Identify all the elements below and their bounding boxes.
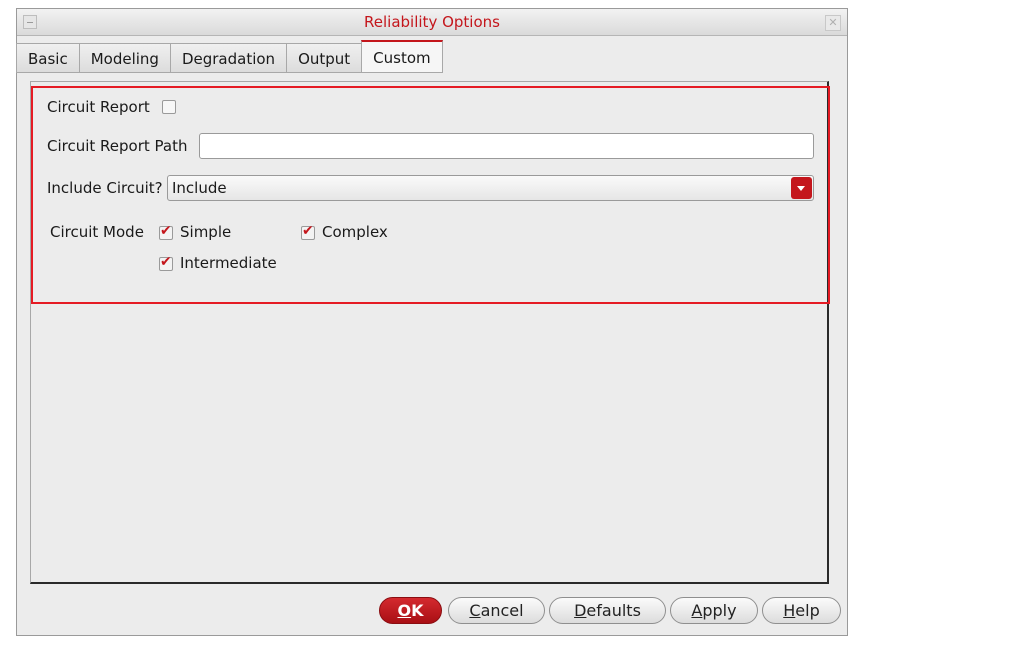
circuit-mode-label: Circuit Mode — [50, 223, 144, 241]
intermediate-checkbox[interactable] — [159, 254, 173, 271]
chevron-down-icon[interactable] — [791, 177, 812, 199]
tab-output[interactable]: Output — [286, 43, 362, 73]
cancel-label: ancel — [480, 601, 524, 620]
include-circuit-label: Include Circuit? — [47, 179, 163, 197]
defaults-label: efaults — [586, 601, 641, 620]
complex-label: Complex — [322, 223, 388, 241]
simple-checkbox[interactable] — [159, 223, 173, 240]
circuit-report-label: Circuit Report — [47, 98, 150, 116]
window-title: Reliability Options — [364, 13, 500, 31]
ok-mnemonic: O — [397, 601, 412, 620]
help-mnemonic: H — [783, 601, 796, 620]
ok-label: K — [411, 601, 424, 620]
circuit-report-checkbox[interactable] — [162, 100, 176, 114]
defaults-button[interactable]: Defaults — [549, 597, 666, 624]
ok-button[interactable]: OK — [379, 597, 442, 624]
title-bar: Reliability Options ✕ — [17, 9, 847, 36]
circuit-report-path-label: Circuit Report Path — [47, 137, 188, 155]
circuit-report-path-input[interactable] — [199, 133, 814, 159]
tab-custom[interactable]: Custom — [361, 40, 443, 73]
help-button[interactable]: Help — [762, 597, 841, 624]
tab-bar: Basic Modeling Degradation Output Custom — [16, 40, 443, 74]
help-label: elp — [795, 601, 820, 620]
cancel-button[interactable]: Cancel — [448, 597, 545, 624]
custom-tab-panel: Circuit Report Circuit Report Path Inclu… — [30, 81, 830, 584]
tab-basic[interactable]: Basic — [16, 43, 79, 73]
complex-checkbox[interactable] — [301, 223, 315, 240]
defaults-mnemonic: D — [574, 601, 587, 620]
tab-modeling[interactable]: Modeling — [78, 43, 170, 73]
apply-mnemonic: A — [691, 601, 703, 620]
apply-button[interactable]: Apply — [670, 597, 758, 624]
cancel-mnemonic: C — [469, 601, 481, 620]
apply-label: pply — [702, 601, 737, 620]
close-icon[interactable]: ✕ — [825, 15, 841, 31]
include-circuit-value: Include — [172, 179, 227, 197]
intermediate-label: Intermediate — [180, 254, 277, 272]
tab-degradation[interactable]: Degradation — [169, 43, 287, 73]
include-circuit-select[interactable]: Include — [167, 175, 814, 201]
simple-label: Simple — [180, 223, 232, 241]
